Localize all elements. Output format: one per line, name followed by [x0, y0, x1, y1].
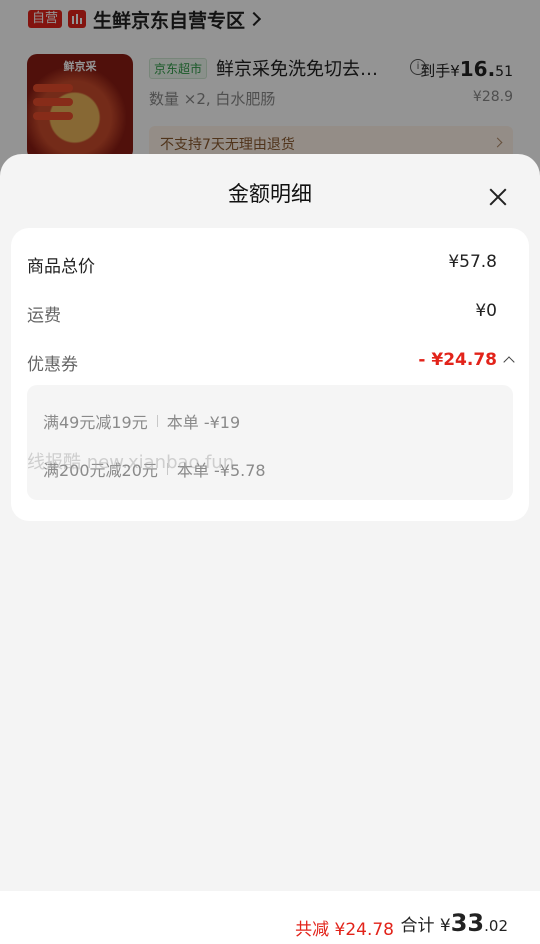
watermark: 线报酷 new.xianbao.fun — [27, 452, 235, 473]
amount-detail-card: 商品总价 ¥57.8 运费 ¥0 优惠券 - ¥24.78 满49元减19元 本… — [11, 228, 529, 521]
coupon-applied: 本单 -¥19 — [166, 413, 241, 432]
grand-total: 合计 ¥33.02 — [400, 909, 509, 937]
coupon-value[interactable]: - ¥24.78 — [418, 350, 497, 370]
total-discount: 共减 ¥24.78 — [295, 920, 394, 940]
coupon-breakdown: 满49元减19元 本单 -¥19 满200元减20元 本单 -¥5.78 — [27, 385, 513, 500]
amount-detail-sheet: 金额明细 商品总价 ¥57.8 运费 ¥0 优惠券 - ¥24.78 满49元减… — [0, 154, 540, 944]
close-icon[interactable] — [482, 181, 514, 213]
bottom-summary-bar: 共减 ¥24.78 合计 ¥33.02 — [0, 891, 540, 944]
sheet-title: 金额明细 — [228, 182, 312, 206]
goods-total-label: 商品总价 — [27, 257, 95, 277]
shipping-label: 运费 — [27, 306, 61, 326]
shipping-value: ¥0 — [475, 301, 497, 321]
chevron-up-icon[interactable] — [503, 356, 515, 368]
divider — [156, 415, 158, 427]
coupon-rule: 满49元减19元 — [43, 413, 148, 432]
coupon-label: 优惠券 — [27, 355, 78, 375]
coupon-item: 满49元减19元 本单 -¥19 — [43, 409, 240, 433]
goods-total-value: ¥57.8 — [448, 252, 497, 272]
